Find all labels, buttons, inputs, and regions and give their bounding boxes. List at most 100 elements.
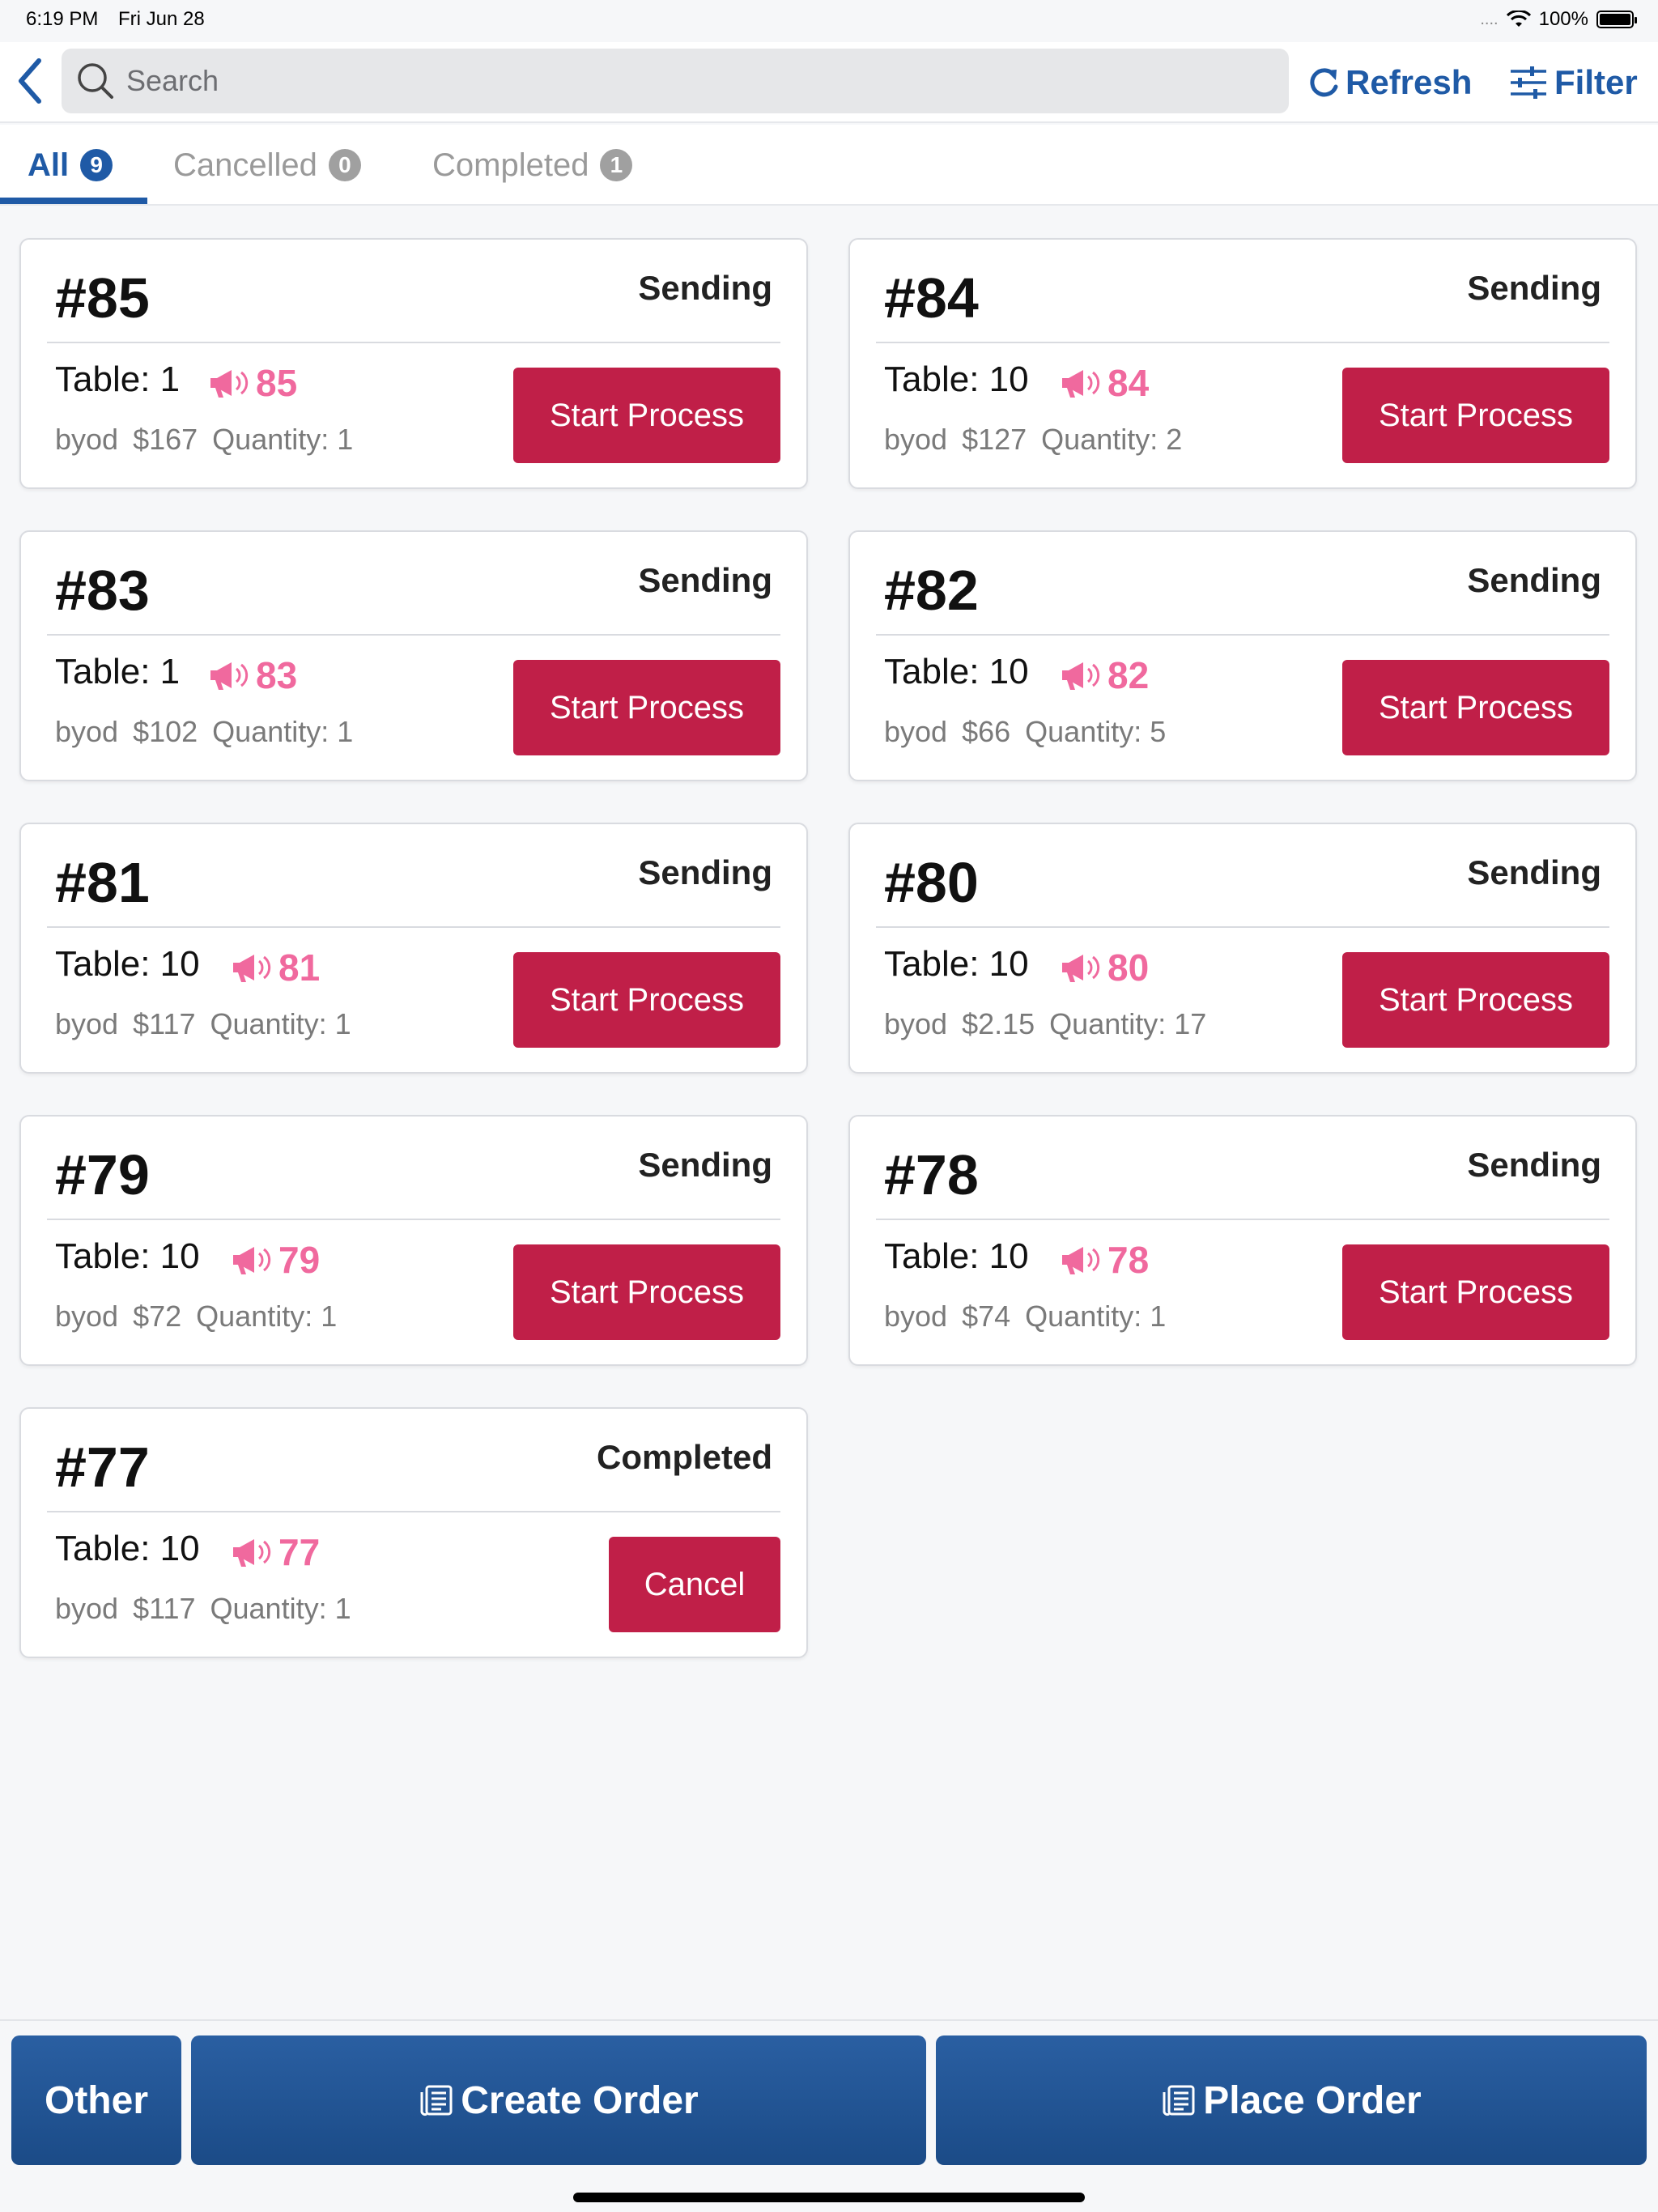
start-process-button[interactable]: Start Process xyxy=(513,660,780,755)
order-number: #82 xyxy=(884,559,979,622)
status-date: Fri Jun 28 xyxy=(118,8,205,30)
receipt-icon xyxy=(420,2085,453,2116)
other-button[interactable]: Other xyxy=(11,2035,181,2165)
order-price: $117 xyxy=(133,1592,196,1625)
table-label: Table: 1 xyxy=(55,359,181,399)
order-card[interactable]: #85 Sending Table: 1 85 byod $167 Quantity… xyxy=(19,238,808,489)
order-card[interactable]: #79 Sending Table: 10 79 byod $72 Quantity… xyxy=(19,1115,808,1366)
megaphone-icon xyxy=(1062,955,1100,982)
place-order-label: Place Order xyxy=(1203,2078,1422,2122)
start-process-button[interactable]: Start Process xyxy=(513,952,780,1048)
call-number-label: 78 xyxy=(1107,1239,1150,1281)
table-label: Table: 10 xyxy=(55,1236,200,1276)
refresh-label: Refresh xyxy=(1346,63,1473,101)
order-number: #80 xyxy=(884,851,979,914)
order-number: #77 xyxy=(55,1436,150,1499)
order-source: byod xyxy=(55,1300,119,1333)
order-source: byod xyxy=(55,1592,119,1625)
order-price: $167 xyxy=(133,423,198,456)
megaphone-icon xyxy=(1062,1247,1100,1274)
search-bar[interactable] xyxy=(62,49,1289,113)
table-label: Table: 10 xyxy=(884,359,1029,399)
order-card[interactable]: #81 Sending Table: 10 81 byod $117 Quantit… xyxy=(19,823,808,1074)
tab-completed[interactable]: Completed 1 xyxy=(432,141,633,189)
create-order-button[interactable]: Create Order xyxy=(191,2035,926,2165)
call-number[interactable]: 79 xyxy=(230,1238,320,1282)
back-button[interactable] xyxy=(11,55,49,107)
call-number[interactable]: 77 xyxy=(230,1530,320,1574)
order-quantity: Quantity: 1 xyxy=(196,1300,338,1333)
call-number-label: 82 xyxy=(1107,654,1150,696)
start-process-button[interactable]: Start Process xyxy=(1342,952,1609,1048)
start-process-button[interactable]: Start Process xyxy=(1342,368,1609,463)
order-status: Sending xyxy=(1467,561,1601,599)
tab-count-badge: 0 xyxy=(328,149,361,181)
megaphone-icon xyxy=(210,370,249,398)
refresh-button[interactable]: Refresh xyxy=(1308,55,1472,110)
order-source: byod xyxy=(884,1300,948,1333)
call-number-label: 80 xyxy=(1107,946,1150,989)
order-card[interactable]: #78 Sending Table: 10 78 byod $74 Quantity… xyxy=(848,1115,1637,1366)
call-number[interactable]: 82 xyxy=(1059,653,1149,697)
order-price: $127 xyxy=(962,423,1027,456)
order-number: #81 xyxy=(55,851,150,914)
call-number-label: 84 xyxy=(1107,362,1150,404)
filter-label: Filter xyxy=(1554,63,1638,101)
order-card[interactable]: #83 Sending Table: 1 83 byod $102 Quantity… xyxy=(19,530,808,781)
card-divider xyxy=(876,634,1609,636)
chevron-left-icon xyxy=(19,58,41,104)
filter-button[interactable]: Filter xyxy=(1507,55,1638,110)
start-process-button[interactable]: Start Process xyxy=(1342,660,1609,755)
order-source: byod xyxy=(884,1007,948,1040)
tab-cancelled[interactable]: Cancelled 0 xyxy=(173,141,361,189)
order-status: Sending xyxy=(638,561,772,599)
receipt-icon xyxy=(1163,2085,1195,2116)
call-number[interactable]: 80 xyxy=(1059,946,1149,989)
start-process-button[interactable]: Start Process xyxy=(513,368,780,463)
order-price: $102 xyxy=(133,715,198,748)
card-divider xyxy=(876,926,1609,928)
order-price: $2.15 xyxy=(962,1007,1035,1040)
search-input[interactable] xyxy=(126,64,1289,98)
tab-label: Completed xyxy=(432,147,589,183)
order-card[interactable]: #82 Sending Table: 10 82 byod $66 Quantity… xyxy=(848,530,1637,781)
tab-count-badge: 9 xyxy=(80,149,113,181)
home-indicator[interactable] xyxy=(573,2193,1085,2202)
order-card[interactable]: #84 Sending Table: 10 84 byod $127 Quantit… xyxy=(848,238,1637,489)
order-quantity: Quantity: 17 xyxy=(1049,1007,1207,1040)
start-process-button[interactable]: Start Process xyxy=(513,1244,780,1340)
order-card[interactable]: #77 Completed Table: 10 77 byod $117 Quant… xyxy=(19,1407,808,1658)
order-status: Completed xyxy=(596,1438,772,1476)
call-number-label: 79 xyxy=(278,1239,321,1281)
order-meta: byod $127 Quantity: 2 xyxy=(884,423,1197,457)
call-number[interactable]: 78 xyxy=(1059,1238,1149,1282)
call-number[interactable]: 85 xyxy=(207,361,297,405)
order-meta: byod $66 Quantity: 5 xyxy=(884,715,1180,749)
wifi-icon xyxy=(1506,11,1531,27)
tab-all[interactable]: All 9 xyxy=(28,141,113,189)
order-source: byod xyxy=(884,715,948,748)
order-number: #83 xyxy=(55,559,150,622)
status-tabs: All 9 Cancelled 0 Completed 1 xyxy=(0,125,1658,206)
megaphone-icon xyxy=(233,1247,271,1274)
cancel-order-button[interactable]: Cancel xyxy=(609,1537,780,1632)
order-number: #84 xyxy=(884,266,979,330)
call-number-label: 81 xyxy=(278,946,321,989)
status-time: 6:19 PM xyxy=(26,8,99,30)
table-label: Table: 10 xyxy=(884,944,1029,984)
start-process-button[interactable]: Start Process xyxy=(1342,1244,1609,1340)
status-right: .... 100% xyxy=(1480,8,1637,31)
order-quantity: Quantity: 2 xyxy=(1041,423,1183,456)
place-order-button[interactable]: Place Order xyxy=(936,2035,1647,2165)
order-card[interactable]: #80 Sending Table: 10 80 byod $2.15 Quanti… xyxy=(848,823,1637,1074)
megaphone-icon xyxy=(1062,370,1100,398)
order-meta: byod $102 Quantity: 1 xyxy=(55,715,368,749)
refresh-icon xyxy=(1310,68,1338,97)
call-number[interactable]: 83 xyxy=(207,653,297,697)
sliders-icon xyxy=(1511,66,1546,99)
card-divider xyxy=(47,926,780,928)
call-number[interactable]: 84 xyxy=(1059,361,1149,405)
order-price: $66 xyxy=(962,715,1011,748)
bottom-action-bar: Other Create Order Place Order xyxy=(0,2019,1658,2212)
call-number[interactable]: 81 xyxy=(230,946,320,989)
